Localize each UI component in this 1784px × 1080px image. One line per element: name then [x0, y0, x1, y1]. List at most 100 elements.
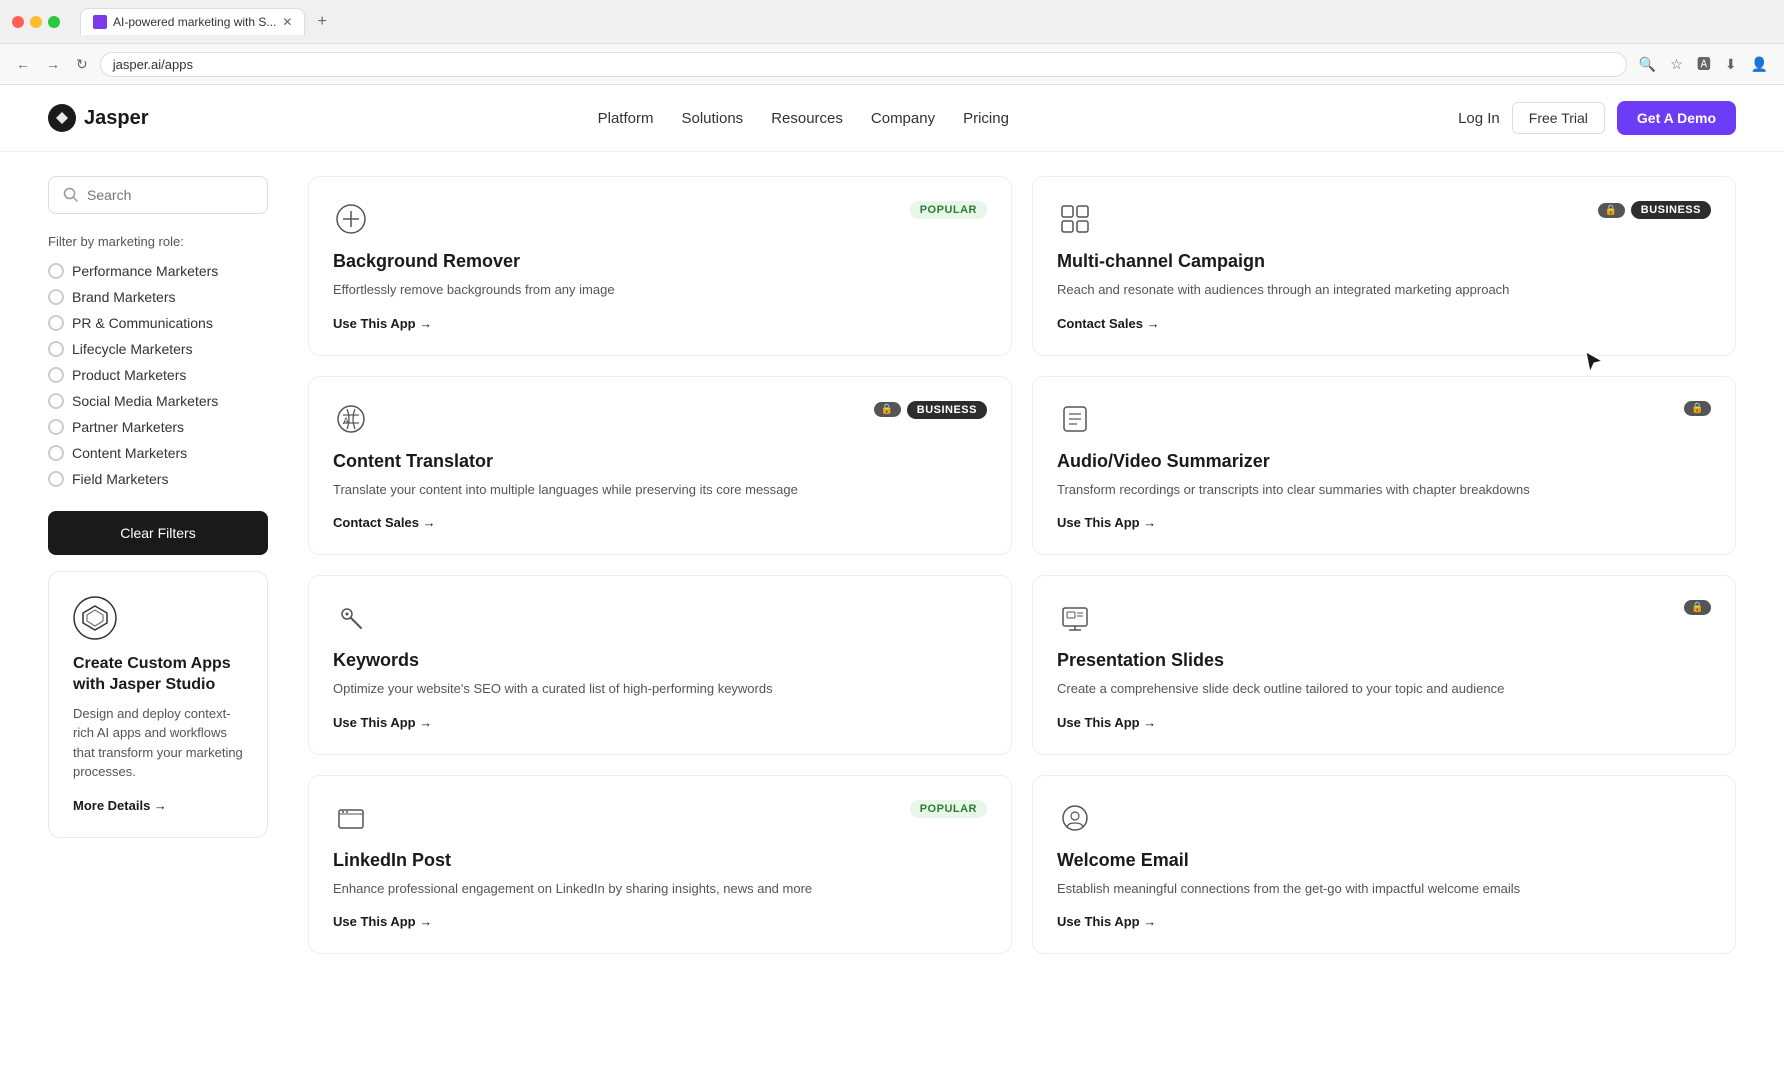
browser-titlebar: AI-powered marketing with S... ✕ +: [0, 0, 1784, 43]
app-card-presentation: 🔒 Presentation Slides Create a comprehen…: [1032, 575, 1736, 755]
close-window-button[interactable]: [12, 16, 24, 28]
filter-radio-pr[interactable]: [48, 315, 64, 331]
filter-item-social[interactable]: Social Media Marketers: [48, 393, 268, 409]
login-button[interactable]: Log In: [1458, 110, 1500, 127]
download-button[interactable]: ⬇: [1721, 52, 1741, 77]
get-demo-button[interactable]: Get A Demo: [1617, 101, 1736, 135]
filter-item-content[interactable]: Content Marketers: [48, 445, 268, 461]
free-trial-button[interactable]: Free Trial: [1512, 102, 1605, 134]
app-desc-summarizer: Transform recordings or transcripts into…: [1057, 480, 1711, 500]
app-badge-linkedin: POPULAR: [910, 800, 987, 818]
filter-radio-brand[interactable]: [48, 289, 64, 305]
filter-item-product[interactable]: Product Marketers: [48, 367, 268, 383]
app-card-header-translator: A 🔒 BUSINESS: [333, 401, 987, 437]
nav-platform[interactable]: Platform: [598, 110, 654, 127]
search-input[interactable]: [87, 187, 253, 203]
filter-radio-field[interactable]: [48, 471, 64, 487]
filter-item-partner[interactable]: Partner Marketers: [48, 419, 268, 435]
dark-badge-1: 🔒: [1598, 203, 1625, 218]
filter-item-field[interactable]: Field Marketers: [48, 471, 268, 487]
app-card-background-remover: POPULAR Background Remover Effortlessly …: [308, 176, 1012, 356]
filter-item-pr[interactable]: PR & Communications: [48, 315, 268, 331]
app-card-header-keywords: [333, 600, 987, 636]
navbar-actions: Log In Free Trial Get A Demo: [1458, 101, 1736, 135]
filter-item-brand[interactable]: Brand Marketers: [48, 289, 268, 305]
use-app-presentation[interactable]: Use This App →: [1057, 715, 1156, 730]
filter-label-field: Field Marketers: [72, 471, 168, 487]
clear-filters-button[interactable]: Clear Filters: [48, 511, 268, 555]
use-app-welcome[interactable]: Use This App →: [1057, 914, 1156, 929]
tab-title: AI-powered marketing with S...: [113, 15, 276, 29]
app-title-welcome: Welcome Email: [1057, 850, 1711, 871]
filter-radio-product[interactable]: [48, 367, 64, 383]
welcome-email-icon: [1057, 800, 1093, 836]
dark-badge-translator: 🔒: [874, 402, 901, 417]
browser-chrome: AI-powered marketing with S... ✕ + ← → ↻…: [0, 0, 1784, 85]
tab-close-button[interactable]: ✕: [282, 15, 292, 29]
bookmark-button[interactable]: ☆: [1666, 52, 1687, 77]
filter-item-lifecycle[interactable]: Lifecycle Marketers: [48, 341, 268, 357]
address-bar[interactable]: jasper.ai/apps: [100, 52, 1627, 77]
extension-button[interactable]: 🅰: [1693, 50, 1715, 78]
app-card-header-presentation: 🔒: [1057, 600, 1711, 636]
forward-button[interactable]: →: [42, 52, 64, 76]
summarizer-icon: [1057, 401, 1093, 437]
app-title-background-remover: Background Remover: [333, 251, 987, 272]
app-title-keywords: Keywords: [333, 650, 987, 671]
use-app-keywords[interactable]: Use This App →: [333, 715, 432, 730]
maximize-window-button[interactable]: [48, 16, 60, 28]
linkedin-icon: [333, 800, 369, 836]
filter-label-lifecycle: Lifecycle Marketers: [72, 341, 193, 357]
multichannel-icon: [1057, 201, 1093, 237]
main-content: Filter by marketing role: Performance Ma…: [0, 152, 1784, 978]
logo[interactable]: Jasper: [48, 104, 149, 132]
minimize-window-button[interactable]: [30, 16, 42, 28]
filter-label-social: Social Media Marketers: [72, 393, 218, 409]
app-card-header-welcome: [1057, 800, 1711, 836]
app-title-linkedin: LinkedIn Post: [333, 850, 987, 871]
browser-window-controls: [12, 16, 60, 28]
contact-sales-multichannel[interactable]: Contact Sales →: [1057, 316, 1160, 331]
filter-radio-partner[interactable]: [48, 419, 64, 435]
app-badge-multichannel: 🔒 BUSINESS: [1598, 201, 1711, 219]
url-text: jasper.ai/apps: [113, 57, 193, 72]
app-card-header: POPULAR: [333, 201, 987, 237]
filter-radio-social[interactable]: [48, 393, 64, 409]
app-card-header-summarizer: 🔒: [1057, 401, 1711, 437]
use-app-background-remover[interactable]: Use This App →: [333, 316, 432, 331]
refresh-button[interactable]: ↻: [72, 52, 92, 77]
app-desc-welcome: Establish meaningful connections from th…: [1057, 879, 1711, 899]
business-badge-translator: BUSINESS: [907, 401, 987, 419]
active-browser-tab[interactable]: AI-powered marketing with S... ✕: [80, 8, 305, 35]
new-tab-button[interactable]: +: [309, 9, 334, 35]
app-card-welcome-email: Welcome Email Establish meaningful conne…: [1032, 775, 1736, 955]
filter-radio-lifecycle[interactable]: [48, 341, 64, 357]
use-app-summarizer[interactable]: Use This App →: [1057, 515, 1156, 530]
filter-radio-performance[interactable]: [48, 263, 64, 279]
app-card-translator: A 🔒 BUSINESS Content Translator Translat…: [308, 376, 1012, 556]
profile-button[interactable]: 👤: [1747, 52, 1772, 77]
nav-resources[interactable]: Resources: [771, 110, 843, 127]
nav-solutions[interactable]: Solutions: [681, 110, 743, 127]
filter-radio-content[interactable]: [48, 445, 64, 461]
search-icon: [63, 187, 79, 203]
popular-badge-linkedin: POPULAR: [910, 800, 987, 818]
app-card-header-multichannel: 🔒 BUSINESS: [1057, 201, 1711, 237]
app-badge-summarizer: 🔒: [1684, 401, 1711, 416]
sidebar: Filter by marketing role: Performance Ma…: [48, 176, 268, 954]
app-card-header-linkedin: POPULAR: [333, 800, 987, 836]
tab-favicon: [93, 15, 107, 29]
nav-pricing[interactable]: Pricing: [963, 110, 1009, 127]
more-details-button[interactable]: More Details →: [73, 798, 167, 813]
nav-company[interactable]: Company: [871, 110, 935, 127]
use-app-linkedin[interactable]: Use This App →: [333, 914, 432, 929]
search-box[interactable]: [48, 176, 268, 214]
apps-grid: POPULAR Background Remover Effortlessly …: [308, 176, 1736, 954]
back-button[interactable]: ←: [12, 52, 34, 76]
app-desc-presentation: Create a comprehensive slide deck outlin…: [1057, 679, 1711, 699]
dark-badge-summarizer: 🔒: [1684, 401, 1711, 416]
search-browser-button[interactable]: 🔍: [1635, 52, 1660, 77]
contact-sales-translator[interactable]: Contact Sales →: [333, 515, 436, 530]
filter-item-performance[interactable]: Performance Marketers: [48, 263, 268, 279]
filter-label-performance: Performance Marketers: [72, 263, 218, 279]
